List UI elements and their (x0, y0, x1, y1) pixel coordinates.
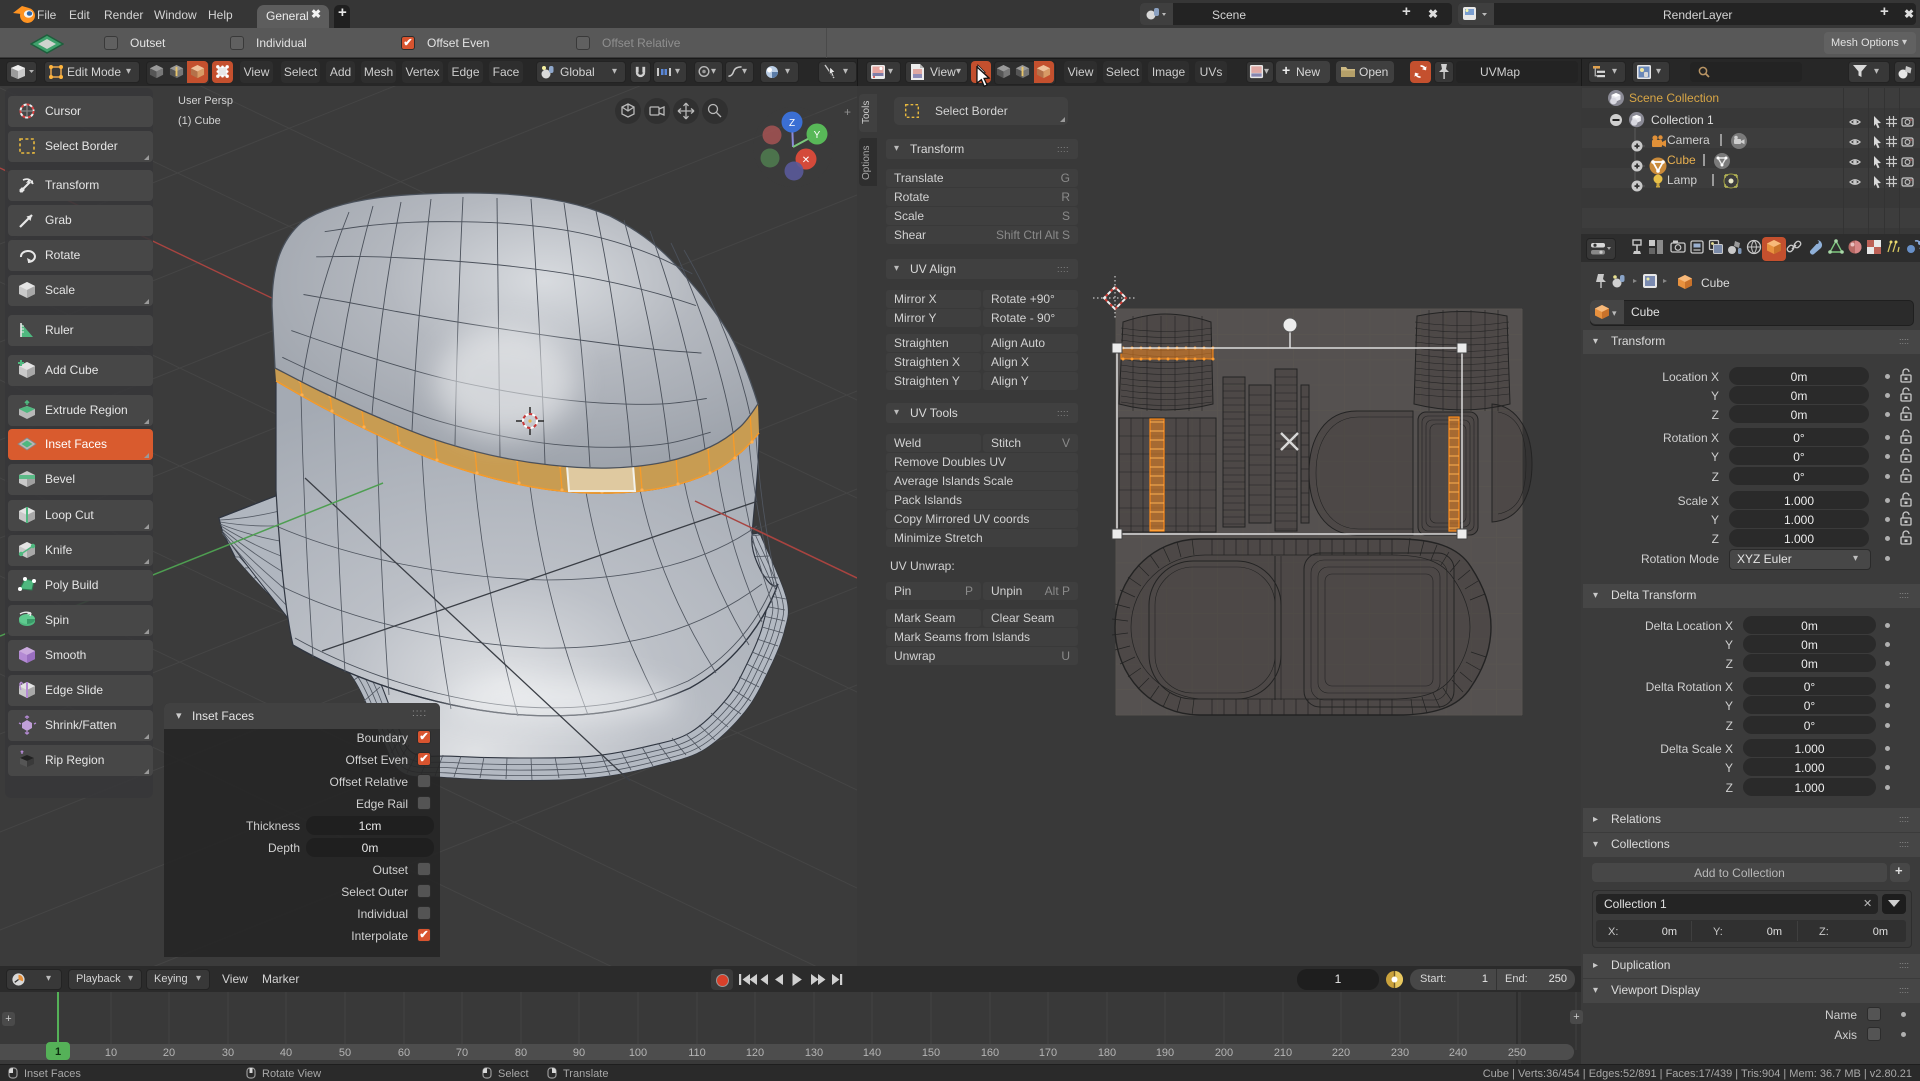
svg-text:+: + (844, 105, 851, 119)
svg-text:Y: Y (814, 130, 821, 141)
svg-text:✕: ✕ (802, 155, 810, 166)
svg-text:Scene Collection: Scene Collection (1629, 91, 1719, 105)
svg-text:Z: Z (789, 118, 795, 129)
svg-text:Camera: Camera (1667, 133, 1710, 147)
svg-text:Collection 1: Collection 1 (1651, 113, 1714, 127)
svg-text:Cube: Cube (1667, 153, 1696, 167)
svg-text:Lamp: Lamp (1667, 173, 1697, 187)
